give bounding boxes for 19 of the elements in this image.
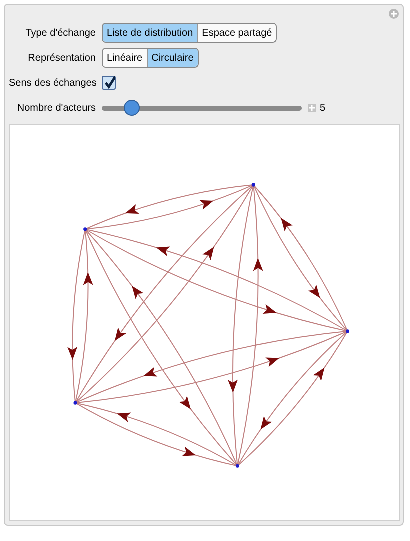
control-label: Nombre d'acteurs: [16, 102, 97, 116]
segment-tab[interactable]: Liste de distribution: [103, 24, 198, 42]
graph-node: [252, 183, 256, 187]
graph-node: [346, 330, 350, 334]
graph-node: [236, 464, 240, 468]
control-label: Type d'échange: [24, 26, 97, 40]
add-icon[interactable]: [389, 9, 399, 19]
segment-tab[interactable]: Linéaire: [103, 49, 147, 67]
graph-node: [74, 401, 78, 405]
control-label: Représentation: [27, 52, 97, 66]
expand-icon[interactable]: [308, 104, 316, 112]
segment-tab[interactable]: Espace partagé: [197, 24, 276, 42]
checkbox[interactable]: [102, 76, 116, 90]
segment-tab[interactable]: Circulaire: [146, 49, 198, 67]
slider[interactable]: [102, 100, 302, 116]
graph-node: [84, 228, 88, 232]
slider-value: 5: [320, 102, 326, 116]
slider-thumb[interactable]: [124, 100, 140, 116]
control-label: Sens des échanges: [9, 76, 98, 90]
